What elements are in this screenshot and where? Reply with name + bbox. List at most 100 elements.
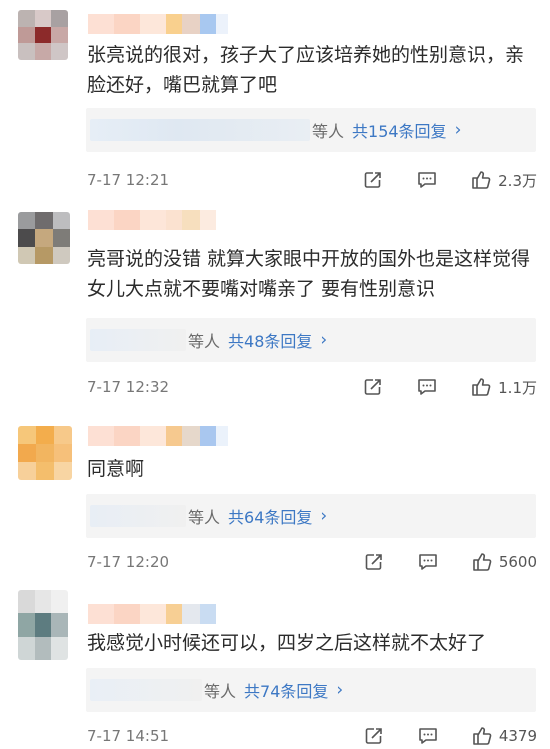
avatar-pixel	[54, 444, 72, 462]
avatar-pixel	[18, 43, 35, 60]
timestamp: 7-17 14:51	[87, 727, 170, 745]
actions: 2.3万	[362, 167, 537, 193]
chevron-right-icon: ›	[320, 506, 328, 526]
username-blur-block	[166, 426, 182, 446]
reply-avatars-blurred	[90, 505, 186, 527]
avatar-pixel	[35, 246, 53, 264]
meta-row: 7-17 12:32 1.1万	[87, 374, 537, 400]
comment-item: 同意啊 等人 共64条回复 › 7-17 12:20 5600	[0, 424, 550, 584]
avatar[interactable]	[18, 590, 68, 660]
username-blur-block	[88, 14, 114, 34]
username-blur-block	[88, 210, 114, 230]
thumbs-up-icon	[470, 169, 492, 191]
username-blur-block	[114, 14, 140, 34]
avatar-pixel	[18, 444, 36, 462]
like-count: 1.1万	[498, 378, 537, 397]
avatar-pixel	[52, 246, 70, 264]
username-blur-block	[140, 210, 166, 230]
avatar-pixel	[34, 10, 52, 27]
comment-item: 我感觉小时候还可以，四岁之后这样就不太好了 等人 共74条回复 › 7-17 1…	[0, 590, 550, 748]
comment-icon[interactable]	[417, 551, 439, 573]
comment-icon[interactable]	[416, 169, 438, 191]
username[interactable]	[88, 426, 228, 446]
avatar-pixel	[54, 462, 72, 480]
timestamp: 7-17 12:20	[87, 553, 170, 571]
avatar-pixel	[18, 426, 36, 444]
actions: 4379	[363, 723, 537, 749]
reply-preview[interactable]: 等人 共64条回复 ›	[86, 494, 536, 538]
comment-item: 亮哥说的没错 就算大家眼中开放的国外也是这样觉得 女儿大点就不要嘴对嘴亲了 要有…	[0, 210, 550, 410]
username-blur-block	[166, 210, 182, 230]
username-blur-block	[114, 604, 140, 624]
avatar-pixel	[51, 10, 68, 27]
avatar-pixel	[18, 246, 36, 264]
chevron-right-icon: ›	[320, 330, 328, 350]
avatar[interactable]	[18, 212, 70, 264]
comment-text: 张亮说的很对，孩子大了应该培养她的性别意识，亲脸还好，嘴巴就算了吧	[87, 44, 525, 96]
reply-preview[interactable]: 等人 共48条回复 ›	[86, 318, 536, 362]
meta-row: 7-17 14:51 4379	[87, 723, 537, 749]
reply-preview[interactable]: 等人 共154条回复 ›	[86, 108, 536, 152]
username-blur-block	[140, 604, 166, 624]
meta-row: 7-17 12:21 2.3万	[87, 167, 537, 193]
username[interactable]	[88, 210, 216, 230]
avatar[interactable]	[18, 10, 68, 60]
reply-preview[interactable]: 等人 共74条回复 ›	[86, 668, 536, 712]
reply-suffix: 等人	[312, 122, 345, 141]
avatar-pixel	[18, 636, 35, 660]
reply-avatars-blurred	[90, 119, 310, 141]
thumbs-up-icon	[471, 551, 493, 573]
timestamp: 7-17 12:32	[87, 378, 170, 396]
reply-suffix: 等人	[188, 508, 221, 527]
username[interactable]	[88, 604, 216, 624]
username[interactable]	[88, 14, 228, 34]
avatar-pixel	[54, 426, 72, 444]
reply-suffix: 等人	[188, 332, 221, 351]
share-icon[interactable]	[363, 725, 385, 747]
share-icon[interactable]	[362, 169, 384, 191]
like-count: 2.3万	[498, 171, 537, 190]
like-count: 4379	[498, 727, 537, 745]
username-blur-block	[200, 14, 216, 34]
meta-row: 7-17 12:20 5600	[87, 549, 537, 575]
actions: 5600	[363, 549, 537, 575]
timestamp: 7-17 12:21	[87, 171, 170, 189]
reply-count[interactable]: 共48条回复	[228, 328, 312, 352]
comment-item: 张亮说的很对，孩子大了应该培养她的性别意识，亲脸还好，嘴巴就算了吧 等人 共15…	[0, 10, 550, 196]
avatar-pixel	[18, 212, 36, 230]
username-blur-block	[140, 426, 166, 446]
reply-count[interactable]: 共154条回复	[352, 118, 447, 142]
comment-icon[interactable]	[416, 376, 438, 398]
avatar-pixel	[18, 462, 36, 480]
avatar-pixel	[36, 444, 54, 462]
like-button[interactable]: 5600	[471, 551, 537, 573]
username-blur-block	[166, 604, 182, 624]
avatar-pixel	[51, 43, 68, 60]
avatar-pixel	[51, 590, 68, 614]
reply-count[interactable]: 共64条回复	[228, 504, 312, 528]
reply-suffix: 等人	[204, 682, 237, 701]
username-blur-block	[182, 604, 200, 624]
thumbs-up-icon	[471, 725, 493, 747]
avatar[interactable]	[18, 426, 72, 480]
like-button[interactable]: 4379	[471, 725, 537, 747]
comment-icon[interactable]	[417, 725, 439, 747]
avatar-pixel	[51, 613, 68, 637]
share-icon[interactable]	[363, 551, 385, 573]
avatar-pixel	[34, 636, 52, 660]
comment-text: 我感觉小时候还可以，四岁之后这样就不太好了	[87, 632, 487, 654]
username-blur-block	[182, 14, 200, 34]
reply-count[interactable]: 共74条回复	[244, 678, 328, 702]
avatar-pixel	[35, 229, 53, 247]
like-button[interactable]: 1.1万	[470, 376, 537, 398]
comment-text: 同意啊	[87, 458, 145, 480]
like-button[interactable]: 2.3万	[470, 169, 537, 191]
chevron-right-icon: ›	[336, 680, 344, 700]
share-icon[interactable]	[362, 376, 384, 398]
avatar-pixel	[18, 229, 36, 247]
reply-avatars-blurred	[90, 329, 186, 351]
avatar-pixel	[52, 212, 70, 230]
username-blur-block	[182, 426, 200, 446]
like-count: 5600	[498, 553, 537, 571]
avatar-pixel	[18, 590, 35, 614]
